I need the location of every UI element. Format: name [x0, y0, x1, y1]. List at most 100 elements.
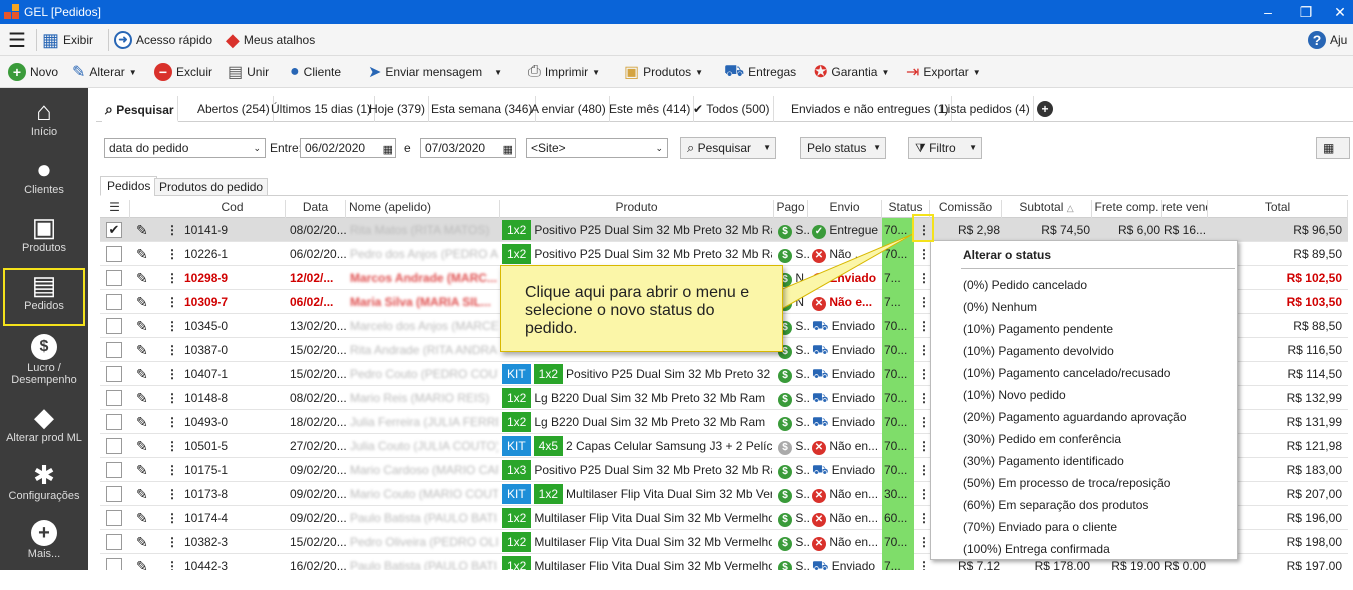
tab-hoje[interactable]: Hoje (379) [366, 96, 430, 122]
pencil-icon[interactable]: ✎ [136, 266, 148, 290]
pencil-icon[interactable]: ✎ [136, 338, 148, 362]
merge-button[interactable]: ▤ Unir [228, 60, 269, 84]
pencil-icon[interactable]: ✎ [136, 530, 148, 554]
pencil-icon[interactable]: ✎ [136, 458, 148, 482]
columns-config-button[interactable]: ▦ [1316, 137, 1350, 159]
status-menu-item[interactable]: (30%) Pagamento identificado [963, 454, 1124, 468]
status-menu-item[interactable]: (30%) Pedido em conferência [963, 432, 1121, 446]
status-menu-item[interactable]: (0%) Nenhum [963, 300, 1037, 314]
status-menu-item[interactable]: (0%) Pedido cancelado [963, 278, 1087, 292]
row-options-icon[interactable]: ⋮ [166, 482, 178, 506]
col-subtotal[interactable]: Subtotal △ [1002, 200, 1092, 218]
status-menu-icon[interactable]: ⋮ [918, 410, 930, 434]
filter-button[interactable]: ⧩ Filtro ▼ [908, 137, 982, 159]
status-menu-icon[interactable]: ⋮ [918, 362, 930, 386]
pencil-icon[interactable]: ✎ [136, 242, 148, 266]
pencil-icon[interactable]: ✎ [136, 506, 148, 530]
edit-button[interactable]: ✎ Alterar ▼ [72, 60, 137, 84]
row-checkbox[interactable] [106, 366, 122, 382]
minimize-button[interactable]: – [1251, 0, 1285, 24]
tab-este-mes[interactable]: Este mês (414) [606, 96, 695, 122]
pencil-icon[interactable]: ✎ [136, 314, 148, 338]
row-options-icon[interactable]: ⋮ [166, 410, 178, 434]
row-checkbox[interactable] [106, 318, 122, 334]
new-button[interactable]: + Novo [8, 60, 58, 84]
products-button[interactable]: ▣ Produtos ▼ [624, 60, 703, 84]
view-button[interactable]: ▦ Exibir [42, 28, 93, 52]
row-options-icon[interactable]: ⋮ [166, 458, 178, 482]
quick-access-button[interactable]: ➜ Acesso rápido [114, 28, 212, 52]
sidebar-item-mais[interactable]: + Mais... [3, 518, 85, 574]
status-menu-item[interactable]: (10%) Pagamento pendente [963, 322, 1113, 336]
warranty-button[interactable]: ✪ Garantia ▼ [814, 60, 889, 84]
row-options-icon[interactable]: ⋮ [166, 338, 178, 362]
date-field-select[interactable]: data do pedido ⌄ [104, 138, 266, 158]
tab-ultimos-15-dias[interactable]: Últimos 15 dias (1) [268, 96, 376, 122]
row-checkbox[interactable]: ✔ [106, 222, 122, 238]
help-button[interactable]: ? Aju [1308, 28, 1347, 52]
pencil-icon[interactable]: ✎ [136, 410, 148, 434]
col-total[interactable]: Total [1208, 200, 1348, 218]
tab-abertos[interactable]: Abertos (254) [194, 96, 274, 122]
row-options-icon[interactable]: ⋮ [166, 362, 178, 386]
row-checkbox[interactable] [106, 246, 122, 262]
date-to-input[interactable]: 07/03/2020 ▦ [420, 138, 516, 158]
status-menu-item[interactable]: (60%) Em separação dos produtos [963, 498, 1148, 512]
tab-todos[interactable]: ✔ Todos (500) [690, 96, 774, 122]
pencil-icon[interactable]: ✎ [136, 386, 148, 410]
row-options-icon[interactable]: ⋮ [166, 290, 178, 314]
col-nome[interactable]: Nome (apelido) [346, 200, 500, 218]
sidebar-item-lucro[interactable]: $ Lucro / Desempenho [3, 332, 85, 396]
status-menu-item[interactable]: (70%) Enviado para o cliente [963, 520, 1117, 534]
tab-esta-semana[interactable]: Esta semana (346) [428, 96, 537, 122]
col-envio[interactable]: Envio [808, 200, 882, 218]
my-shortcuts-button[interactable]: ◆ Meus atalhos [226, 28, 315, 52]
date-from-input[interactable]: 06/02/2020 ▦ [300, 138, 396, 158]
status-menu-item[interactable]: (20%) Pagamento aguardando aprovação [963, 410, 1187, 424]
sidebar-item-pedidos[interactable]: ▤ Pedidos [3, 268, 85, 326]
tab-pesquisar[interactable]: ⌕ Pesquisar [102, 96, 178, 122]
table-row[interactable]: ✔ ✎ ⋮ 10141-9 08/02/20... Rita Matos (RI… [100, 218, 1348, 242]
col-data[interactable]: Data [286, 200, 346, 218]
row-checkbox[interactable] [106, 462, 122, 478]
col-pago[interactable]: Pago [774, 200, 808, 218]
status-menu-icon[interactable]: ⋮ [918, 386, 930, 410]
row-options-icon[interactable]: ⋮ [166, 242, 178, 266]
row-menu-icon[interactable]: ☰ [100, 200, 130, 218]
print-button[interactable]: ⎙ Imprimir ▼ [528, 60, 600, 84]
row-options-icon[interactable]: ⋮ [166, 218, 178, 242]
tab-a-enviar[interactable]: A enviar (480) [528, 96, 610, 122]
status-menu-item[interactable]: (50%) Em processo de troca/reposição [963, 476, 1170, 490]
by-status-button[interactable]: Pelo status ▼ [800, 137, 886, 159]
row-options-icon[interactable]: ⋮ [166, 386, 178, 410]
tab-lista-pedidos[interactable]: Lista pedidos (4) [938, 96, 1034, 122]
subtab-produtos-do-pedido[interactable]: Produtos do pedido [154, 178, 269, 196]
col-cod[interactable]: Cod [180, 200, 286, 218]
sidebar-item-produtos[interactable]: ▣ Produtos [3, 212, 85, 268]
status-menu-item[interactable]: (10%) Pagamento devolvido [963, 344, 1114, 358]
row-options-icon[interactable]: ⋮ [166, 434, 178, 458]
client-button[interactable]: ● Cliente [290, 60, 341, 84]
send-message-button[interactable]: ➤ Enviar mensagem ▼ [368, 60, 502, 84]
row-checkbox[interactable] [106, 270, 122, 286]
col-comissao[interactable]: Comissão [930, 200, 1002, 218]
status-menu-icon[interactable]: ⋮ [918, 482, 930, 506]
subtab-pedidos[interactable]: Pedidos [100, 176, 158, 196]
status-menu-icon[interactable]: ⋮ [918, 338, 930, 362]
sidebar-item-alterar-prod-ml[interactable]: ◆ Alterar prod ML [3, 402, 85, 458]
row-options-icon[interactable]: ⋮ [166, 314, 178, 338]
search-button[interactable]: ⌕ Pesquisar ▼ [680, 137, 776, 159]
row-checkbox[interactable] [106, 390, 122, 406]
tab-enviados-nao-entregues[interactable]: Enviados e não entregues (1) [788, 96, 953, 122]
pencil-icon[interactable]: ✎ [136, 482, 148, 506]
col-frete-venda[interactable]: rete vend [1162, 200, 1208, 218]
row-checkbox[interactable] [106, 414, 122, 430]
col-produto[interactable]: Produto [500, 200, 774, 218]
row-checkbox[interactable] [106, 294, 122, 310]
col-frete-comp[interactable]: Frete comp. [1092, 200, 1162, 218]
status-menu-item[interactable]: (10%) Pagamento cancelado/recusado [963, 366, 1170, 380]
row-checkbox[interactable] [106, 534, 122, 550]
add-tab-icon[interactable]: + [1034, 96, 1056, 122]
pencil-icon[interactable]: ✎ [136, 290, 148, 314]
pencil-icon[interactable]: ✎ [136, 362, 148, 386]
